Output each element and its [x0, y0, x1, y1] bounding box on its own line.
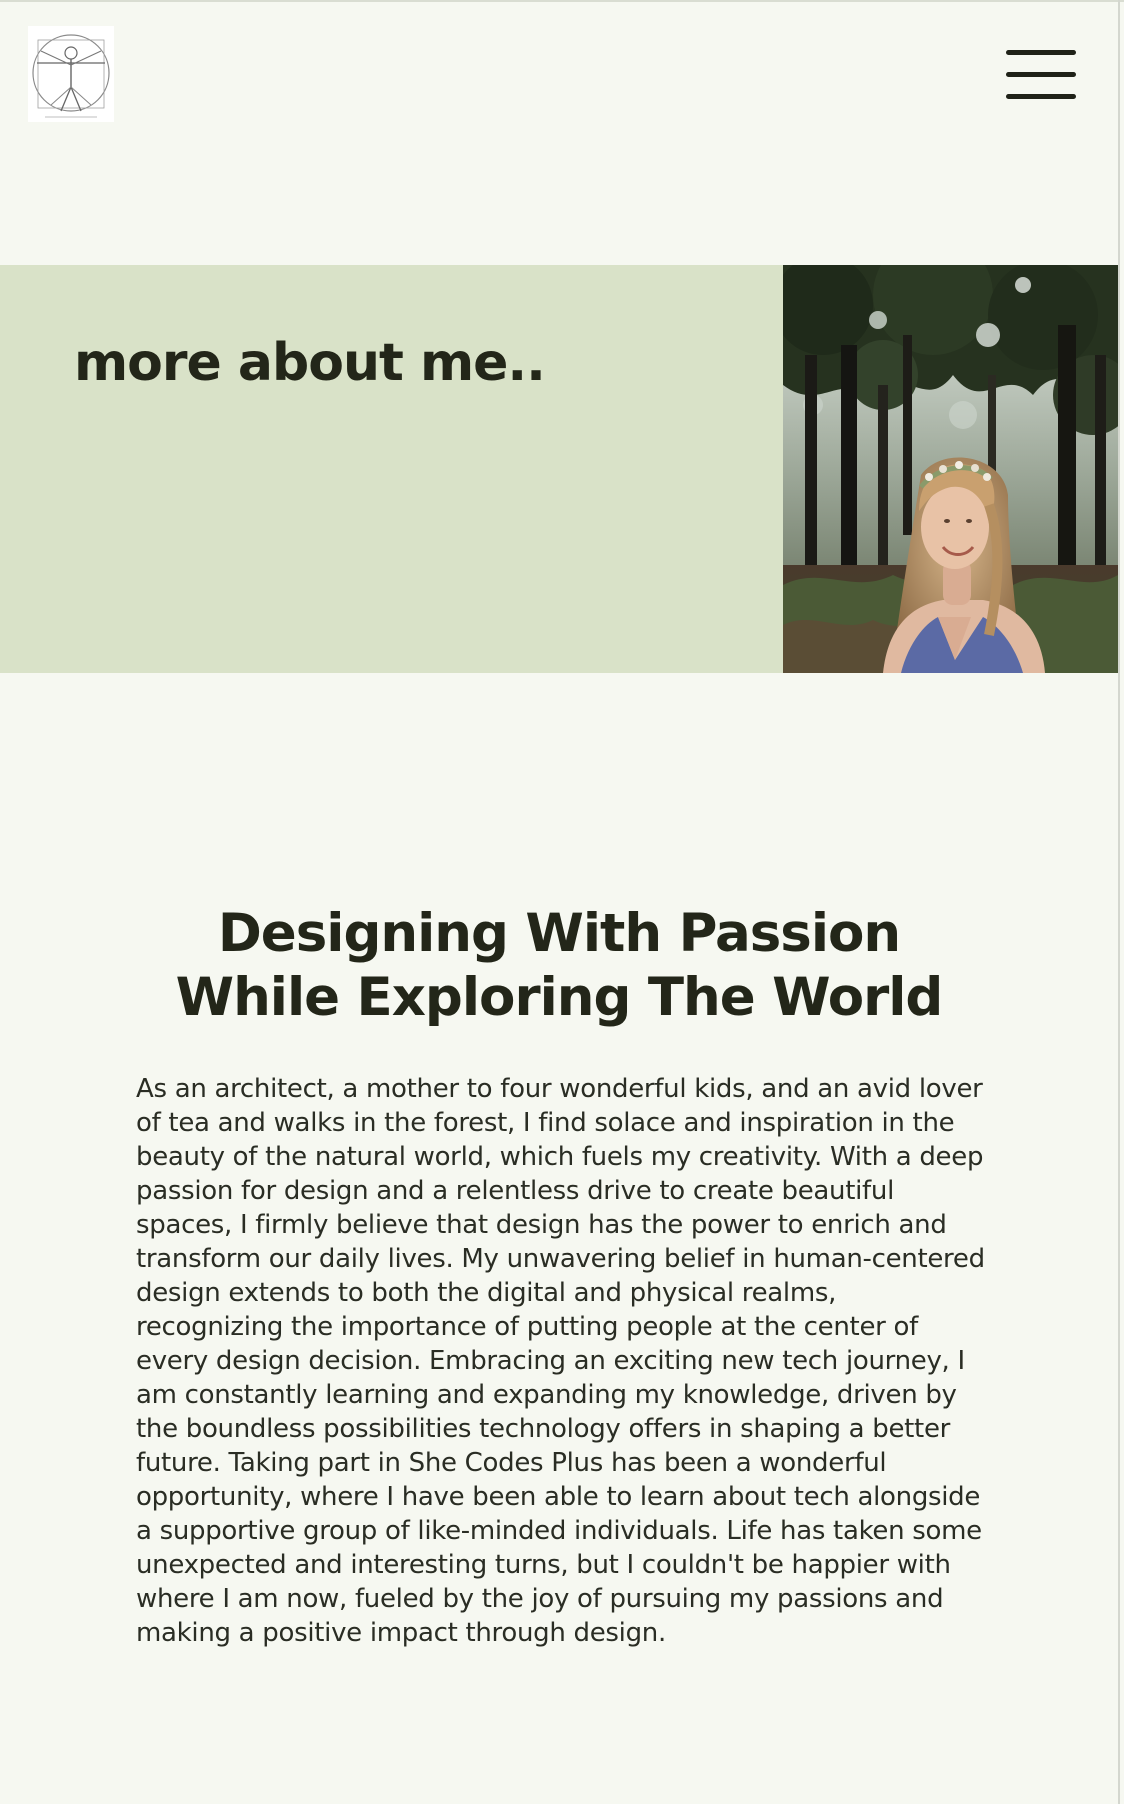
hero-section: more about me..: [0, 265, 1118, 673]
scrollbar-edge: [1118, 0, 1120, 1804]
logo-vitruvian-man[interactable]: [28, 26, 114, 122]
section-heading-line-2: While Exploring The World: [175, 967, 944, 1028]
top-border: [0, 0, 1124, 2]
hero-text-panel: more about me..: [0, 265, 783, 673]
hamburger-menu-button[interactable]: [1004, 48, 1078, 102]
portrait-photo: [783, 265, 1118, 673]
vitruvian-man-icon: [32, 34, 110, 118]
hamburger-menu-icon-line: [1006, 72, 1076, 77]
section-heading: Designing With Passion While Exploring T…: [0, 902, 1118, 1030]
portrait-photo-illustration: [783, 265, 1118, 673]
bio-paragraph: As an architect, a mother to four wonder…: [136, 1074, 985, 1648]
section-heading-line-1: Designing With Passion: [217, 903, 901, 964]
hero-title: more about me..: [74, 333, 546, 393]
hamburger-menu-icon-line: [1006, 50, 1076, 55]
hamburger-menu-icon-line: [1006, 94, 1076, 99]
